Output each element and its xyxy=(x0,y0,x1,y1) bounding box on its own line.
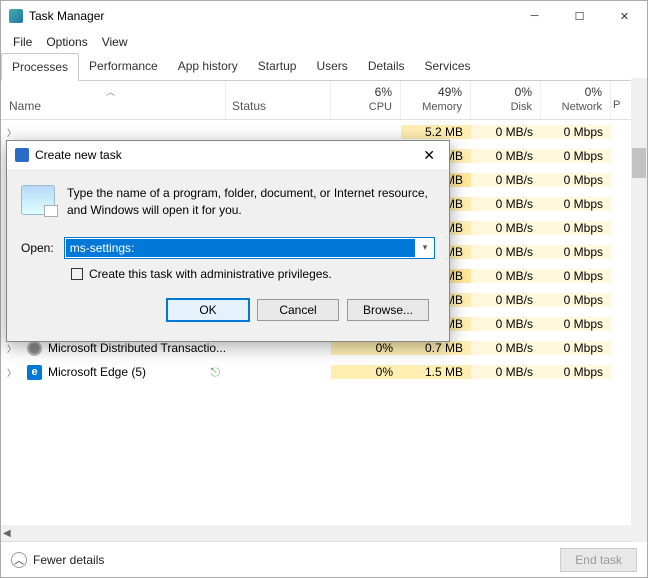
tab-users[interactable]: Users xyxy=(306,53,357,80)
fewer-details-button[interactable]: ︿ Fewer details xyxy=(11,552,104,568)
menubar: File Options View xyxy=(1,31,647,53)
cancel-button[interactable]: Cancel xyxy=(257,299,339,321)
ok-button[interactable]: OK xyxy=(167,299,249,321)
v-scrollbar[interactable] xyxy=(631,78,647,542)
tab-services[interactable]: Services xyxy=(415,53,481,80)
expand-icon[interactable]: 〉 xyxy=(7,366,16,379)
open-input[interactable] xyxy=(66,239,415,257)
col-memory[interactable]: 49%Memory xyxy=(401,81,471,119)
menu-options[interactable]: Options xyxy=(40,33,93,51)
maximize-button[interactable]: ☐ xyxy=(557,1,602,31)
process-name: Microsoft Edge (5) xyxy=(48,365,146,379)
sort-indicator-icon: ︿ xyxy=(106,85,115,98)
open-combobox[interactable]: ▾ xyxy=(64,237,435,259)
expand-icon[interactable]: 〉 xyxy=(7,126,16,139)
chevron-down-icon[interactable]: ▾ xyxy=(416,242,434,253)
menu-view[interactable]: View xyxy=(96,33,134,51)
col-status[interactable]: Status xyxy=(226,81,331,119)
col-overflow[interactable]: P xyxy=(611,81,627,119)
table-row[interactable]: 〉eMicrosoft Edge (5)⎋0%1.5 MB0 MB/s0 Mbp… xyxy=(1,360,647,384)
run-dialog-icon xyxy=(15,148,29,162)
window-title: Task Manager xyxy=(29,9,104,23)
run-icon xyxy=(21,185,55,215)
menu-file[interactable]: File xyxy=(7,33,38,51)
tab-startup[interactable]: Startup xyxy=(248,53,307,80)
col-cpu[interactable]: 6%CPU xyxy=(331,81,401,119)
process-name: Microsoft Distributed Transactio... xyxy=(48,341,226,355)
titlebar: Task Manager ─ ☐ ✕ xyxy=(1,1,647,31)
task-manager-icon xyxy=(9,9,23,23)
admin-checkbox[interactable] xyxy=(71,268,83,280)
dialog-title: Create new task xyxy=(35,148,122,162)
expand-icon[interactable]: 〉 xyxy=(7,342,16,355)
open-label: Open: xyxy=(21,241,54,255)
h-scrollbar[interactable]: ◀▶ xyxy=(1,525,647,541)
tab-processes[interactable]: Processes xyxy=(1,53,79,81)
dialog-titlebar: Create new task ✕ xyxy=(7,141,449,169)
close-button[interactable]: ✕ xyxy=(602,1,647,31)
service-icon xyxy=(27,341,42,356)
eco-mode-icon: ⎋ xyxy=(211,365,221,380)
edge-icon: e xyxy=(27,365,42,380)
admin-label: Create this task with administrative pri… xyxy=(89,267,332,281)
tab-performance[interactable]: Performance xyxy=(79,53,168,80)
tabs: Processes Performance App history Startu… xyxy=(1,53,647,81)
footer: ︿ Fewer details End task xyxy=(1,541,647,577)
column-headers: ︿ Name Status 6%CPU 49%Memory 0%Disk 0%N… xyxy=(1,81,647,120)
scrollbar-thumb[interactable] xyxy=(632,148,646,178)
tab-details[interactable]: Details xyxy=(358,53,415,80)
dialog-close-button[interactable]: ✕ xyxy=(417,145,441,166)
create-new-task-dialog: Create new task ✕ Type the name of a pro… xyxy=(6,140,450,342)
col-network[interactable]: 0%Network xyxy=(541,81,611,119)
minimize-button[interactable]: ─ xyxy=(512,1,557,31)
col-disk[interactable]: 0%Disk xyxy=(471,81,541,119)
end-task-button[interactable]: End task xyxy=(560,548,637,572)
dialog-description: Type the name of a program, folder, docu… xyxy=(67,185,435,219)
chevron-up-icon: ︿ xyxy=(11,552,27,568)
tab-app-history[interactable]: App history xyxy=(168,53,248,80)
browse-button[interactable]: Browse... xyxy=(347,299,429,321)
